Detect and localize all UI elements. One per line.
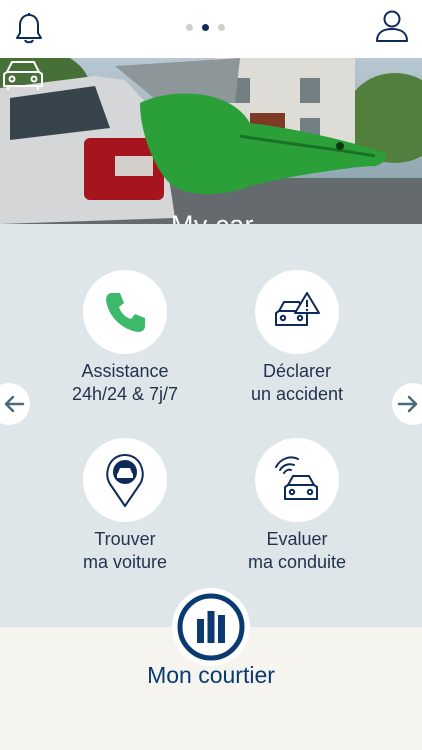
map-pin-car-icon [106, 454, 144, 507]
page-dot[interactable] [218, 24, 225, 31]
tile-label: Evaluer ma conduite [247, 529, 347, 572]
tile-icon-circle [83, 270, 167, 354]
tile-label: Trouver ma voiture [82, 529, 168, 572]
page-dot-active[interactable] [202, 24, 209, 31]
tile-icon-circle [83, 438, 167, 522]
top-bar [0, 0, 422, 58]
broker-button[interactable] [172, 588, 250, 666]
user-icon[interactable] [374, 8, 410, 44]
page-indicator [186, 24, 225, 31]
tile-icon-circle [255, 270, 339, 354]
tile-assistance[interactable]: Assistance 24h/24 & 7j/7 [25, 270, 225, 406]
hero-image [0, 58, 422, 224]
bell-icon[interactable] [14, 12, 44, 46]
phone-icon [106, 293, 145, 332]
car-signal-icon [275, 456, 318, 500]
broker-label[interactable]: Mon courtier [0, 662, 422, 689]
hero-title: My car [171, 210, 254, 224]
hero-banner[interactable]: My car [0, 58, 422, 224]
tile-label: Déclarer un accident [250, 361, 344, 404]
car-icon [3, 61, 43, 90]
arrow-left-icon [4, 395, 25, 413]
services-panel: Assistance 24h/24 & 7j/7 Déclarer un acc… [0, 224, 422, 627]
tile-find-car[interactable]: Trouver ma voiture [25, 438, 225, 574]
allianz-logo-icon [177, 593, 245, 661]
arrow-right-icon [397, 395, 418, 413]
tile-declare-accident[interactable]: Déclarer un accident [197, 270, 397, 406]
car-warning-icon [275, 292, 320, 326]
page-dot[interactable] [186, 24, 193, 31]
tile-label: Assistance 24h/24 & 7j/7 [71, 361, 179, 404]
tile-icon-circle [255, 438, 339, 522]
tile-evaluate-driving[interactable]: Evaluer ma conduite [197, 438, 397, 574]
